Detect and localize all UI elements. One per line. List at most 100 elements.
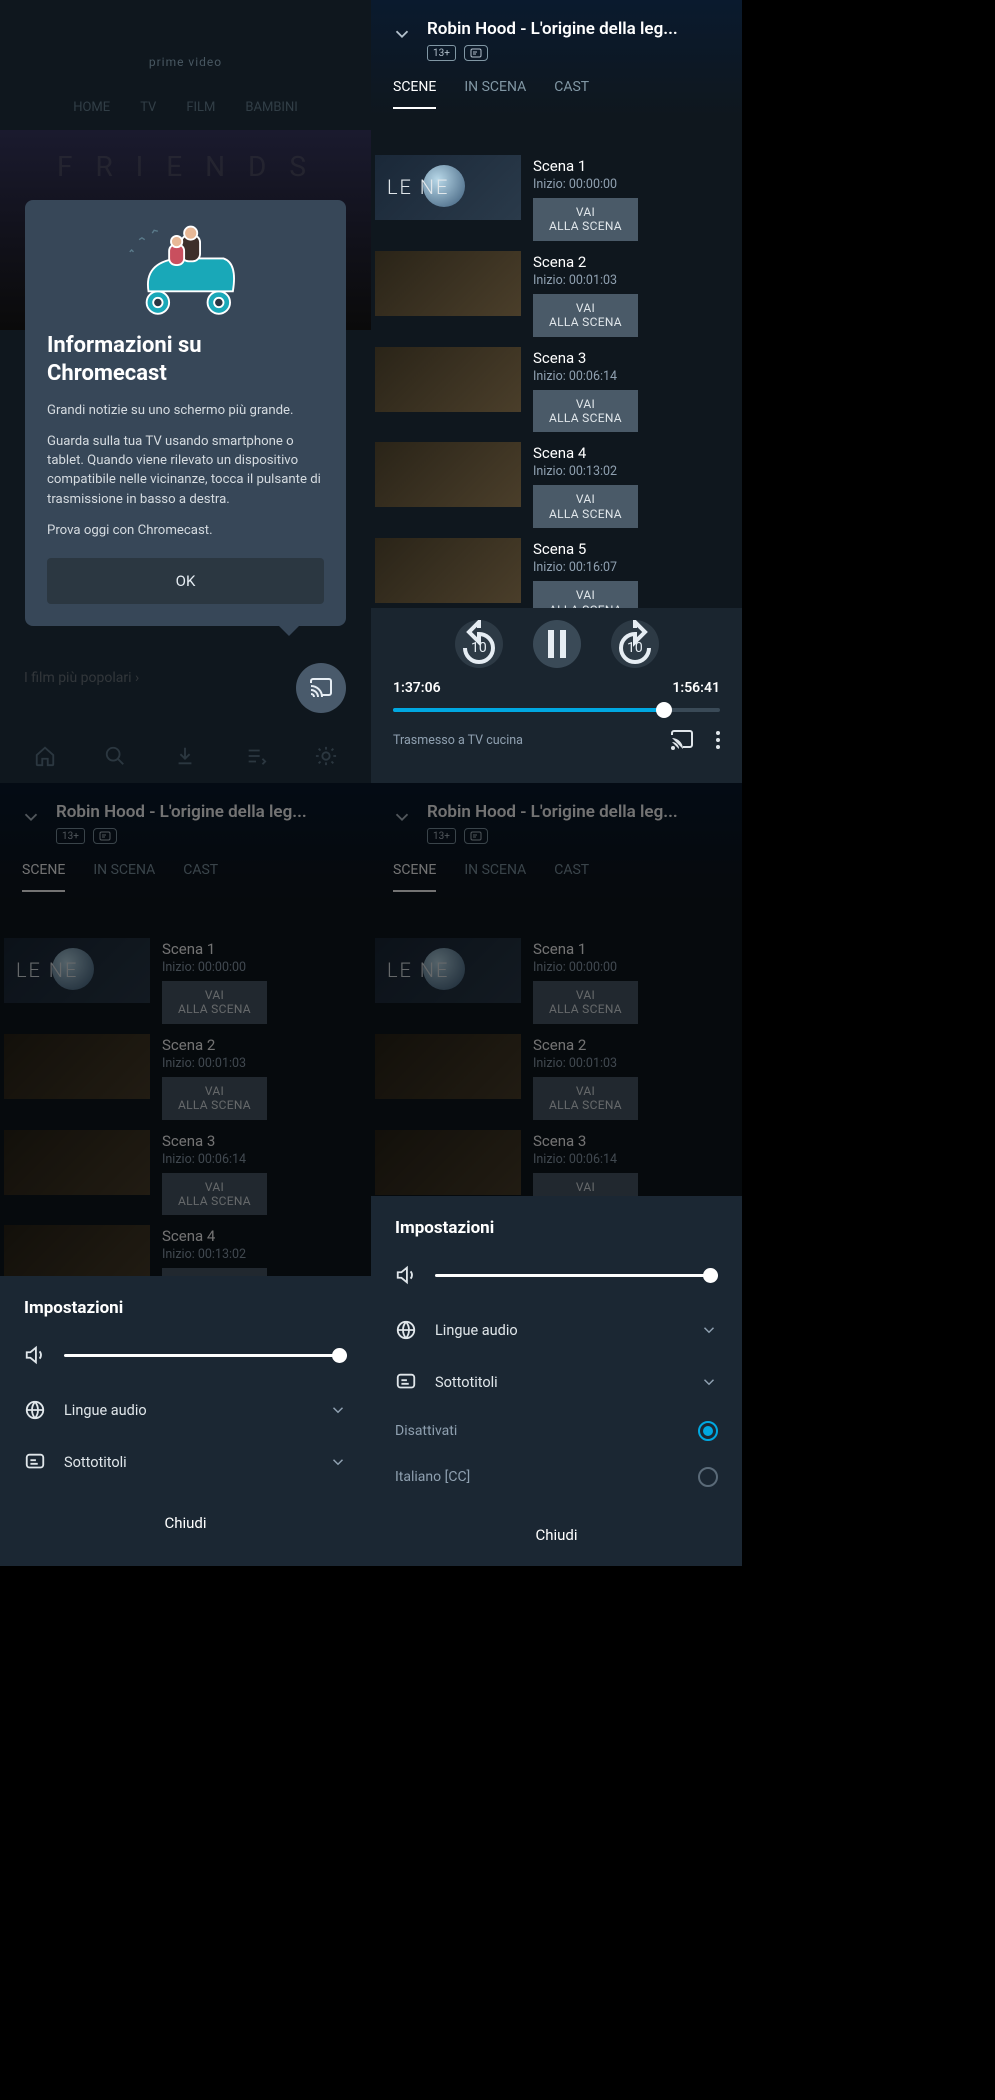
scene-start-time: Inizio: 00:01:03	[533, 1056, 738, 1071]
chevron-down-icon	[329, 1401, 347, 1419]
scene-name: Scena 1	[533, 940, 738, 958]
globe-icon	[395, 1319, 417, 1341]
scene-start-time: Inizio: 00:01:03	[162, 1056, 367, 1071]
bottom-nav	[0, 728, 371, 783]
tab-in-scena[interactable]: IN SCENA	[464, 862, 526, 892]
tooltip-illustration	[47, 222, 324, 322]
subtitle-option[interactable]: Disattivati	[371, 1408, 742, 1454]
scene-start-time: Inizio: 00:06:14	[533, 369, 738, 384]
tab-cast[interactable]: CAST	[554, 862, 589, 892]
video-title: Robin Hood - L'origine della leg...	[427, 18, 678, 40]
tab-scene[interactable]: SCENE	[393, 79, 436, 109]
video-title: Robin Hood - L'origine della leg...	[427, 801, 678, 823]
cast-status: Trasmesso a TV cucina	[393, 733, 523, 748]
tab-scene[interactable]: SCENE	[22, 862, 65, 892]
tab-scene[interactable]: SCENE	[393, 862, 436, 892]
tab-in-scena[interactable]: IN SCENA	[93, 862, 155, 892]
total-time: 1:56:41	[672, 680, 720, 696]
scene-start-time: Inizio: 00:16:07	[533, 560, 738, 575]
subtitles-row[interactable]: Sottotitoli	[0, 1436, 371, 1488]
scene-start-time: Inizio: 00:06:14	[533, 1152, 738, 1167]
volume-row[interactable]	[0, 1334, 371, 1384]
go-to-scene-button[interactable]: VAIALLA SCENA	[533, 581, 638, 608]
collapse-icon[interactable]	[20, 806, 42, 828]
more-options-icon[interactable]	[716, 731, 720, 749]
rewind-10-button[interactable]: 10	[455, 620, 503, 668]
scene-thumbnail[interactable]	[375, 938, 521, 1003]
collapse-icon[interactable]	[391, 806, 413, 828]
close-button[interactable]: Chiudi	[371, 1508, 742, 1562]
scene-start-time: Inizio: 00:00:00	[533, 960, 738, 975]
pause-button[interactable]	[533, 620, 581, 668]
scene-thumbnail[interactable]	[4, 938, 150, 1003]
go-to-scene-button[interactable]: VAIALLA SCENA	[162, 981, 267, 1024]
cast-fab[interactable]	[296, 663, 346, 713]
cc-badge	[93, 828, 117, 844]
scene-row: Scena 3 Inizio: 00:06:14 VAIALLA SCENA	[0, 1125, 371, 1221]
scene-thumbnail[interactable]	[375, 1034, 521, 1099]
tab-in-scena[interactable]: IN SCENA	[464, 79, 526, 109]
audio-languages-row[interactable]: Lingue audio	[371, 1304, 742, 1356]
go-to-scene-button[interactable]: VAIALLA SCENA	[533, 1077, 638, 1120]
scene-name: Scena 5	[533, 540, 738, 558]
scene-thumbnail[interactable]	[375, 251, 521, 316]
radio-button[interactable]	[698, 1421, 718, 1441]
tooltip-text-3: Prova oggi con Chromecast.	[47, 521, 324, 540]
scene-thumbnail[interactable]	[375, 442, 521, 507]
scene-start-time: Inizio: 00:13:02	[162, 1247, 367, 1262]
scene-name: Scena 3	[162, 1132, 367, 1150]
audio-languages-row[interactable]: Lingue audio	[0, 1384, 371, 1436]
go-to-scene-button[interactable]: VAIALLA SCENA	[533, 294, 638, 337]
scene-name: Scena 1	[533, 157, 738, 175]
volume-icon	[24, 1344, 46, 1366]
go-to-scene-button[interactable]: VAIALLA SCENA	[533, 198, 638, 241]
tooltip-text-2: Guarda sulla tua TV usando smartphone o …	[47, 432, 324, 509]
subtitles-row[interactable]: Sottotitoli	[371, 1356, 742, 1408]
go-to-scene-button[interactable]: VAIALLA SCENA	[533, 981, 638, 1024]
chevron-down-icon	[700, 1321, 718, 1339]
scene-name: Scena 3	[533, 349, 738, 367]
chevron-down-icon	[329, 1453, 347, 1471]
svg-text:10: 10	[471, 640, 487, 656]
tab-cast[interactable]: CAST	[554, 79, 589, 109]
elapsed-time: 1:37:06	[393, 680, 441, 696]
forward-10-button[interactable]: 10	[611, 620, 659, 668]
go-to-scene-button[interactable]: VAIALLA SCENA	[533, 485, 638, 528]
subtitle-option[interactable]: Italiano [CC]	[371, 1454, 742, 1500]
scene-name: Scena 2	[533, 253, 738, 271]
collapse-icon[interactable]	[391, 23, 413, 45]
ok-button[interactable]: OK	[47, 558, 324, 604]
scene-row: Scena 1Inizio: 00:00:00VAIALLA SCENA	[0, 933, 371, 1029]
age-rating-badge: 13+	[56, 828, 85, 844]
player-tabs: SCENE IN SCENA CAST	[371, 61, 742, 109]
settings-sheet: Impostazioni Lingue audio Sottotitoli Ch…	[0, 1276, 371, 1566]
go-to-scene-button[interactable]: VAIALLA SCENA	[162, 1173, 267, 1216]
home-tabs: HOMETVFILMBAMBINI	[0, 100, 371, 115]
radio-button[interactable]	[698, 1467, 718, 1487]
scene-start-time: Inizio: 00:06:14	[162, 1152, 367, 1167]
go-to-scene-button[interactable]: VAIALLA SCENA	[162, 1077, 267, 1120]
scene-thumbnail[interactable]	[375, 538, 521, 603]
age-rating-badge: 13+	[427, 828, 456, 844]
seek-bar[interactable]	[393, 708, 720, 712]
section-title: I film più popolari ›	[24, 670, 139, 686]
scene-row: Scena 2Inizio: 00:01:03VAIALLA SCENA	[371, 1029, 742, 1125]
close-button[interactable]: Chiudi	[0, 1496, 371, 1550]
cast-icon[interactable]	[670, 728, 694, 752]
settings-sheet: Impostazioni Lingue audio Sottotitoli Di…	[371, 1196, 742, 1566]
tab-cast[interactable]: CAST	[183, 862, 218, 892]
scene-thumbnail[interactable]	[375, 155, 521, 220]
volume-slider[interactable]	[435, 1274, 718, 1277]
go-to-scene-button[interactable]: VAIALLA SCENA	[533, 390, 638, 433]
svg-text:10: 10	[627, 640, 643, 656]
scene-thumbnail[interactable]	[375, 347, 521, 412]
scene-thumbnail[interactable]	[4, 1034, 150, 1099]
scene-thumbnail[interactable]	[375, 1130, 521, 1195]
volume-slider[interactable]	[64, 1354, 347, 1357]
scene-thumbnail[interactable]	[4, 1130, 150, 1195]
cc-badge	[464, 45, 488, 61]
scene-start-time: Inizio: 00:13:02	[533, 464, 738, 479]
scene-name: Scena 1	[162, 940, 367, 958]
volume-row[interactable]	[371, 1254, 742, 1304]
globe-icon	[24, 1399, 46, 1421]
